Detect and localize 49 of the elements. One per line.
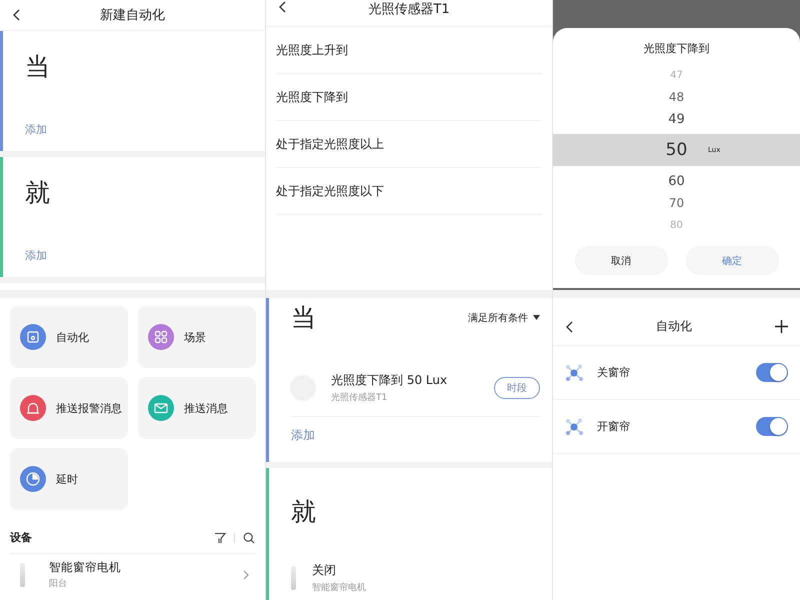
automation-name: 开窗帘 <box>597 419 631 434</box>
condition-row[interactable]: 关闭 智能窗帘电机 <box>291 526 540 600</box>
section-heading: 就 <box>25 179 51 206</box>
condition-subtitle: 智能窗帘电机 <box>312 582 367 594</box>
device-name: 智能窗帘电机 <box>49 560 122 575</box>
dropdown-caret-icon <box>533 315 540 320</box>
condition-option[interactable]: 处于指定光照度以上 <box>276 136 384 152</box>
node-graph-icon <box>565 418 585 436</box>
screen-title: 自动化 <box>656 318 692 335</box>
section-heading: 就 <box>291 498 316 526</box>
condition-option[interactable]: 处于指定光照度以下 <box>276 182 384 200</box>
picker-value[interactable]: 49 <box>553 108 800 130</box>
condition-row[interactable]: 光照度下降到 50 Lux 光照传感器T1 时段 <box>291 332 540 416</box>
picker-title: 光照度下降到 <box>644 41 710 56</box>
back-icon[interactable] <box>565 320 573 332</box>
action-tile[interactable]: 延时 <box>10 448 128 510</box>
curtain-motor-icon <box>291 566 296 590</box>
cancel-button[interactable]: 取消 <box>574 246 668 275</box>
filter-icon[interactable] <box>214 532 226 544</box>
automation-name: 关窗帘 <box>597 365 631 380</box>
section-heading: 当 <box>25 53 51 80</box>
toggle-switch[interactable] <box>756 417 788 436</box>
section-heading: 设备 <box>10 530 32 545</box>
picker-value[interactable]: 60 <box>553 170 800 192</box>
action-tile[interactable]: 推送报警消息 <box>10 377 128 439</box>
match-dropdown[interactable]: 满足所有条件 <box>468 310 540 325</box>
screen-title: 光照传感器T1 <box>368 1 450 18</box>
screen-title: 新建自动化 <box>100 7 165 24</box>
search-icon[interactable] <box>243 532 255 544</box>
condition-title: 光照度下降到 50 Lux <box>331 372 448 388</box>
condition-subtitle: 光照传感器T1 <box>331 392 388 404</box>
toggle-switch[interactable] <box>756 363 788 382</box>
condition-option[interactable]: 光照度上升到 <box>276 42 348 58</box>
condition-option[interactable]: 光照度下降到 <box>276 88 348 106</box>
picker-value[interactable]: 48 <box>553 86 800 108</box>
picker-value[interactable]: 70 <box>553 192 800 214</box>
plus-icon[interactable] <box>775 320 788 333</box>
curtain-motor-icon <box>20 563 25 587</box>
back-icon[interactable] <box>12 9 20 21</box>
back-icon[interactable] <box>278 1 286 13</box>
device-room: 阳台 <box>49 578 68 590</box>
action-tile[interactable]: 自动化 <box>10 306 128 368</box>
node-graph-icon <box>565 364 585 382</box>
action-tile[interactable]: 场景 <box>138 306 256 368</box>
condition-title: 关闭 <box>312 562 337 578</box>
chevron-icon <box>243 570 249 580</box>
action-tile[interactable]: 推送消息 <box>138 377 256 439</box>
section-heading: 当 <box>291 304 316 332</box>
device-row[interactable]: 智能窗帘电机 阳台 <box>10 554 255 590</box>
